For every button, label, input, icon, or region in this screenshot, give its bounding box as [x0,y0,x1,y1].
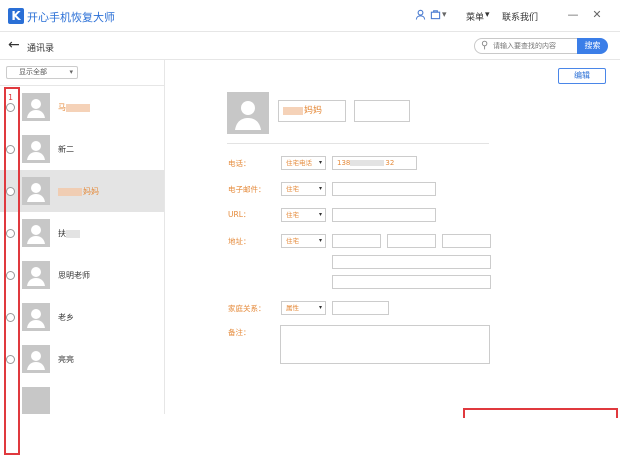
notes-label: 备注： [228,328,251,337]
list-item[interactable]: 扶 [0,212,164,254]
phone-label: 电话： [228,159,251,168]
filter-label: 显示全部 [19,68,47,76]
url-label: URL： [228,210,251,219]
annotation-number: 1 [8,93,14,102]
avatar [22,177,50,205]
app-logo: K [8,8,24,24]
account-dropdown-caret[interactable]: ▾ [442,10,447,20]
chevron-down-icon: ▾ [318,304,322,311]
email-label: 电子邮件： [228,185,266,194]
search-button[interactable]: 搜索 [577,38,608,54]
divider [227,143,489,144]
search-box: ⚲ [474,38,578,54]
list-item[interactable]: 老乡 [0,296,164,338]
list-item[interactable]: 亮亮 [0,338,164,380]
title-bar: K 开心手机恢复大师 ▾ 菜单 ▾ 联系我们 — ✕ [0,0,620,32]
menu-caret-icon: ▾ [485,10,490,20]
chevron-down-icon: ▾ [318,185,322,192]
address-field-2[interactable] [387,234,436,248]
family-type-select[interactable]: 属性 ▾ [281,301,326,315]
phone-type-select[interactable]: 住宅电话 ▾ [281,156,326,170]
url-type-select[interactable]: 住宅 ▾ [281,208,326,222]
menu-button[interactable]: 菜单 [466,10,484,23]
address-street-1[interactable] [332,255,491,269]
edit-button[interactable]: 编辑 [558,68,606,84]
contact-photo [227,92,269,134]
contact-name: 马 [58,102,91,113]
contact-name: 妈妈 [58,186,99,197]
avatar [22,261,50,289]
search-icon: ⚲ [481,40,489,51]
contact-name: 亮亮 [58,355,74,364]
address-field-1[interactable] [332,234,381,248]
chevron-down-icon: ▾ [318,237,322,244]
annotation-box-left [4,87,20,455]
contact-name: 老乡 [58,313,74,322]
url-input[interactable] [332,208,436,222]
avatar [22,93,50,121]
page-title: 通讯录 [27,44,55,54]
name-field-2[interactable] [354,100,410,122]
address-field-3[interactable] [442,234,491,248]
address-type-select[interactable]: 住宅 ▾ [281,234,326,248]
notes-textarea[interactable] [280,325,490,364]
phone-input[interactable]: 138 32 [332,156,417,170]
avatar [22,303,50,331]
address-label: 地址： [228,237,251,246]
list-item[interactable] [0,380,164,414]
contact-name: 新二 [58,145,74,154]
chevron-down-icon: ▾ [318,159,322,166]
app-title: 开心手机恢复大师 [27,11,115,24]
chevron-down-icon: ▾ [318,211,322,218]
annotation-box-bottom-right [463,408,618,418]
avatar [22,219,50,247]
avatar [22,345,50,373]
address-street-2[interactable] [332,275,491,289]
email-type-select[interactable]: 住宅 ▾ [281,182,326,196]
nav-bar: ← 通讯录 ⚲ 搜索 [0,32,620,60]
search-input[interactable] [493,40,575,52]
back-arrow-icon[interactable]: ← [8,37,20,53]
chevron-down-icon: ▾ [69,68,73,76]
avatar [22,135,50,163]
list-item-selected[interactable]: 妈妈 [0,170,164,212]
name-field[interactable]: 妈妈 [278,100,346,122]
contact-name: 扶 [58,228,81,239]
list-item[interactable]: 思明老师 [0,254,164,296]
contact-list-panel: 显示全部 ▾ 马 新二 妈妈 扶 思明老师 老乡 亮亮 1 [0,60,165,455]
family-label: 家庭关系： [228,304,266,313]
list-item[interactable]: 马 [0,86,164,128]
minimize-button[interactable]: — [566,8,580,21]
filter-dropdown[interactable]: 显示全部 ▾ [6,66,78,79]
contact-us-link[interactable]: 联系我们 [502,10,538,23]
list-item[interactable]: 新二 [0,128,164,170]
email-input[interactable] [332,182,436,196]
contact-name: 思明老师 [58,271,90,280]
avatar [22,387,50,414]
user-icon[interactable] [415,9,426,23]
cart-icon[interactable] [430,9,441,23]
family-input[interactable] [332,301,389,315]
close-button[interactable]: ✕ [590,8,604,21]
